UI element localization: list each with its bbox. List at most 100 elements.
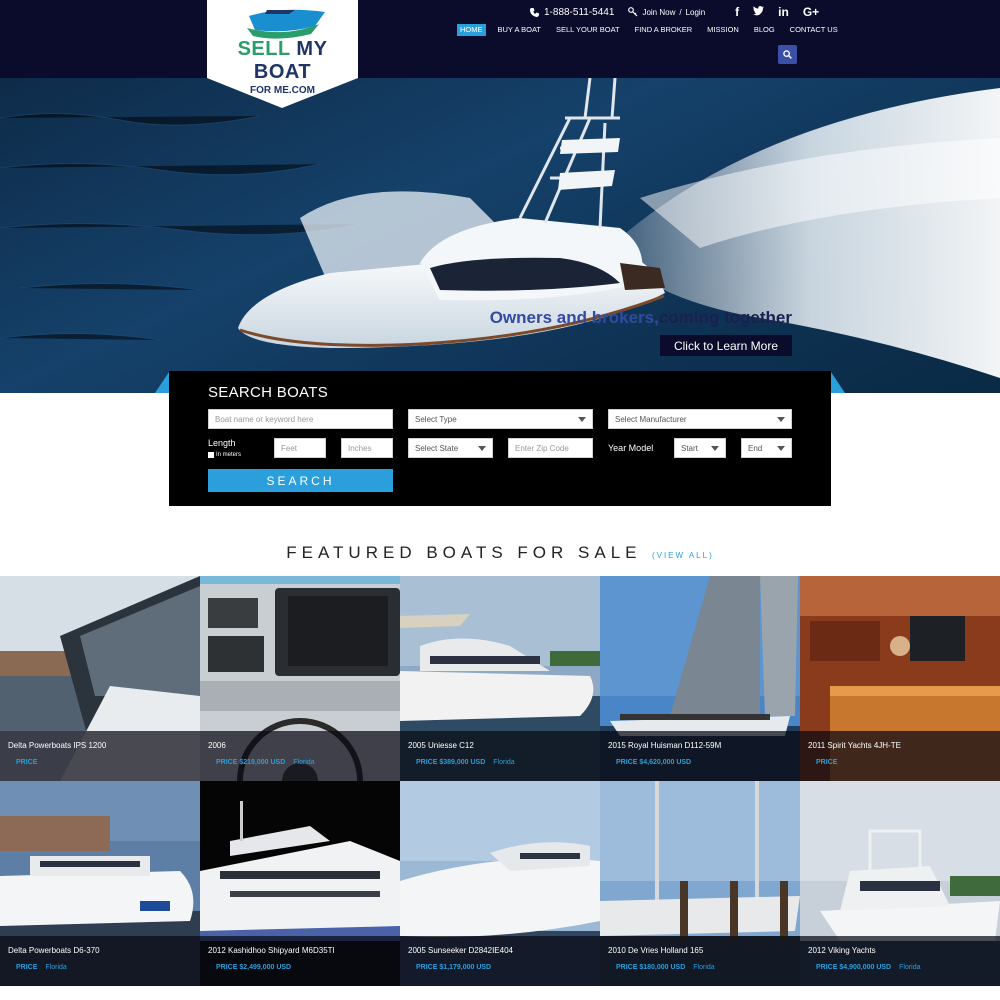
state-select[interactable]: Select State <box>408 438 493 458</box>
boat-price: PRICE <box>816 759 838 766</box>
boat-name: 2015 Royal Huisman D112-59M <box>608 741 722 750</box>
year-start-value: Start <box>681 443 698 453</box>
search-boats-panel: SEARCH BOATS Boat name or keyword here S… <box>169 371 831 506</box>
boat-card[interactable]: 2012 Viking Yachts PRICE $4,900,000 USD F… <box>800 781 1000 986</box>
feet-placeholder: Feet <box>281 443 298 453</box>
boat-name: 2005 Sunseeker D2842IE404 <box>408 946 513 955</box>
nav-buy-a-boat[interactable]: BUY A BOAT <box>495 24 545 36</box>
feet-input[interactable]: Feet <box>274 438 326 458</box>
logo-text: SELL MY BOAT FOR ME.COM <box>207 38 358 96</box>
boat-location: Florida <box>899 964 921 971</box>
boat-name: 2012 Kashidhoo Shipyard M6D35TI <box>208 946 335 955</box>
nav-sell-your-boat[interactable]: SELL YOUR BOAT <box>553 24 623 36</box>
boat-card[interactable]: 2010 De Vries Holland 165 PRICE $180,000… <box>600 781 800 986</box>
search-panel-tab-left <box>155 372 169 393</box>
search-submit-button[interactable]: SEARCH <box>208 469 393 492</box>
chevron-down-icon <box>478 446 486 451</box>
boat-name: 2011 Spirit Yachts 4JH-TE <box>808 741 901 750</box>
search-icon <box>783 50 792 59</box>
length-label: Length <box>208 438 236 448</box>
boat-card[interactable]: 2011 Spirit Yachts 4JH-TE PRICE <box>800 576 1000 781</box>
boat-card-info: 2011 Spirit Yachts 4JH-TE PRICE <box>800 731 1000 781</box>
inches-input[interactable]: Inches <box>341 438 393 458</box>
hero-boat-image <box>0 78 1000 378</box>
year-model-label: Year Model <box>608 443 654 453</box>
linkedin-icon[interactable]: in <box>778 5 789 19</box>
in-meters-label: In meters <box>216 452 242 458</box>
facebook-icon[interactable]: f <box>735 5 739 19</box>
boat-card-info: Delta Powerboats D6-370 PRICE Florida <box>0 936 200 986</box>
boat-price: PRICE $180,000 USD <box>616 964 686 971</box>
boat-meta: PRICE $1,179,000 USD <box>416 964 499 971</box>
boat-card[interactable]: 2015 Royal Huisman D112-59M PRICE $4,620… <box>600 576 800 781</box>
learn-more-button[interactable]: Click to Learn More <box>660 335 792 356</box>
boat-price: PRICE $1,179,000 USD <box>416 964 492 971</box>
boat-card-info: 2005 Sunseeker D2842IE404 PRICE $1,179,0… <box>400 936 600 986</box>
featured-boats-grid: Delta Powerboats IPS 1200 PRICE 2006 PRI… <box>0 576 1000 986</box>
year-end-value: End <box>748 443 763 453</box>
logo-subtitle: FOR ME.COM <box>250 85 315 96</box>
nav-home[interactable]: HOME <box>457 24 486 36</box>
chevron-down-icon <box>711 446 719 451</box>
boat-card[interactable]: Delta Powerboats IPS 1200 PRICE <box>0 576 200 781</box>
twitter-icon[interactable] <box>753 5 765 19</box>
manufacturer-select[interactable]: Select Manufacturer <box>608 409 792 429</box>
search-panel-title: SEARCH BOATS <box>208 384 329 401</box>
logo-name-part1: SELL <box>237 38 297 60</box>
boat-card-info: 2005 Uniesse C12 PRICE $389,000 USD Flori… <box>400 731 600 781</box>
boat-card[interactable]: 2005 Sunseeker D2842IE404 PRICE $1,179,0… <box>400 781 600 986</box>
state-select-value: Select State <box>415 443 459 453</box>
boat-card[interactable]: 2006 PRICE $219,000 USD Florida <box>200 576 400 781</box>
main-nav: HOME BUY A BOAT SELL YOUR BOAT FIND A BR… <box>457 24 841 36</box>
boat-card[interactable]: 2012 Kashidhoo Shipyard M6D35TI PRICE $2… <box>200 781 400 986</box>
type-select-value: Select Type <box>415 414 457 424</box>
boat-location: Florida <box>45 964 67 971</box>
account-links: Join Now / Login <box>628 7 705 17</box>
boat-name: 2006 <box>208 741 226 750</box>
nav-find-a-broker[interactable]: FIND A BROKER <box>632 24 696 36</box>
view-all-link[interactable]: (VIEW ALL) <box>652 551 714 560</box>
boat-name: 2010 De Vries Holland 165 <box>608 946 704 955</box>
boat-name: 2012 Viking Yachts <box>808 946 876 955</box>
boat-price: PRICE $219,000 USD <box>216 759 286 766</box>
boat-card-info: Delta Powerboats IPS 1200 PRICE <box>0 731 200 781</box>
nav-blog[interactable]: BLOG <box>751 24 778 36</box>
boat-location: Florida <box>693 964 715 971</box>
login-link[interactable]: Login <box>686 8 706 17</box>
keyword-placeholder: Boat name or keyword here <box>215 414 314 424</box>
phone-link[interactable]: 1-888-511-5441 <box>530 7 614 18</box>
boat-card[interactable]: Delta Powerboats D6-370 PRICE Florida <box>0 781 200 986</box>
boat-meta: PRICE $4,620,000 USD <box>616 759 699 766</box>
in-meters-checkbox[interactable]: In meters <box>208 452 241 458</box>
boat-location: Florida <box>493 759 515 766</box>
year-start-select[interactable]: Start <box>674 438 726 458</box>
zip-code-input[interactable]: Enter Zip Code <box>508 438 593 458</box>
boat-meta: PRICE <box>16 759 45 766</box>
chevron-down-icon <box>777 417 785 422</box>
checkbox-box[interactable] <box>208 452 214 458</box>
featured-title: FEATURED BOATS FOR SALE <box>286 543 642 562</box>
boat-meta: PRICE <box>816 759 845 766</box>
logo[interactable]: SELL MY BOAT FOR ME.COM <box>207 0 358 108</box>
google-plus-icon[interactable]: G+ <box>803 5 819 19</box>
boat-meta: PRICE Florida <box>16 964 67 971</box>
boat-price: PRICE $4,900,000 USD <box>816 964 892 971</box>
join-now-link[interactable]: Join Now <box>642 8 675 17</box>
zip-placeholder: Enter Zip Code <box>515 443 569 453</box>
boat-name: 2005 Uniesse C12 <box>408 741 474 750</box>
boat-name: Delta Powerboats D6-370 <box>8 946 100 955</box>
keyword-input[interactable]: Boat name or keyword here <box>208 409 393 429</box>
nav-contact-us[interactable]: CONTACT US <box>787 24 841 36</box>
boat-price: PRICE $2,499,000 USD <box>216 964 292 971</box>
boat-card-info: 2012 Kashidhoo Shipyard M6D35TI PRICE $2… <box>200 936 400 986</box>
year-end-select[interactable]: End <box>741 438 792 458</box>
type-select[interactable]: Select Type <box>408 409 593 429</box>
boat-price: PRICE $389,000 USD <box>416 759 486 766</box>
hero-tagline-rest: coming together <box>658 308 792 327</box>
boat-card[interactable]: 2005 Uniesse C12 PRICE $389,000 USD Flori… <box>400 576 600 781</box>
boat-location: Florida <box>293 759 315 766</box>
nav-mission[interactable]: MISSION <box>704 24 742 36</box>
boat-meta: PRICE $389,000 USD Florida <box>416 759 515 766</box>
header-search-button[interactable] <box>778 45 797 64</box>
boat-card-info: 2012 Viking Yachts PRICE $4,900,000 USD F… <box>800 936 1000 986</box>
